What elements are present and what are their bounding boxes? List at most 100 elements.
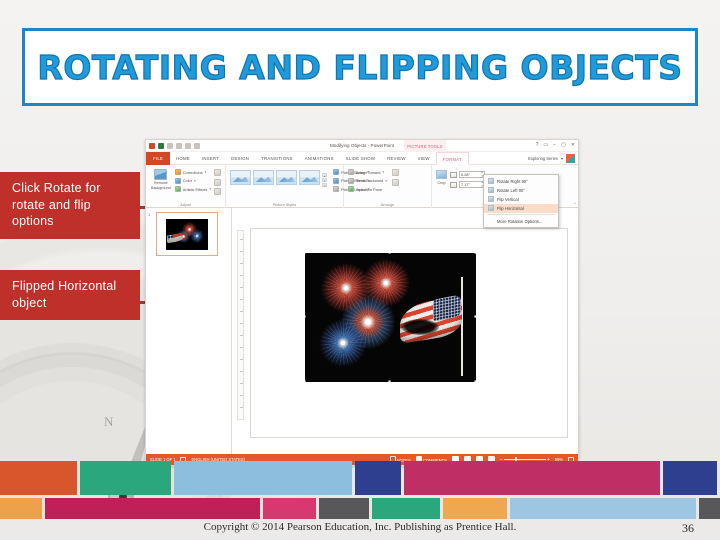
account-name: Exploring Series	[528, 156, 558, 161]
slide-thumbnail-1[interactable]	[156, 212, 218, 256]
selection-handle[interactable]	[305, 380, 306, 382]
slide-editing-pane[interactable]	[232, 208, 578, 454]
minimize-icon[interactable]: −	[553, 142, 556, 148]
tab-view[interactable]: VIEW	[412, 152, 436, 165]
corrections-button[interactable]: Corrections ▾	[174, 169, 211, 175]
chevron-down-icon[interactable]: ▾	[561, 156, 563, 161]
thumbnail-image	[166, 218, 208, 250]
shape-height-icon	[450, 171, 457, 178]
artistic-effects-button[interactable]: Artistic Effects ▾	[174, 186, 211, 192]
shape-width-field[interactable]: 7.17" ▴▾	[450, 180, 485, 188]
callout-flipped-horizontal: Flipped Horizontal object	[0, 270, 140, 320]
ribbon-display-options-icon[interactable]: ▭	[543, 142, 548, 148]
band-block	[174, 461, 352, 495]
tab-format[interactable]: FORMAT	[435, 151, 469, 165]
selection-pane-button[interactable]: Selection Pane	[348, 186, 387, 192]
selection-handle[interactable]	[305, 315, 306, 318]
picture-style-option[interactable]	[276, 170, 297, 185]
band-block	[79, 461, 172, 495]
help-icon[interactable]: ?	[536, 142, 539, 148]
ribbon-tab-strip[interactable]: FILE HOME INSERT DESIGN TRANSITIONS ANIM…	[146, 151, 578, 165]
change-picture-icon[interactable]	[214, 178, 221, 186]
tab-animations[interactable]: ANIMATIONS	[299, 152, 340, 165]
gallery-scroll-down-icon[interactable]: ▾	[322, 178, 327, 183]
artistic-effects-label: Artistic Effects	[182, 186, 208, 192]
page-title: ROTATING AND FLIPPING OBJECTS	[37, 47, 683, 87]
selection-pane-icon	[348, 186, 354, 192]
gallery-scroll-up-icon[interactable]: ▴	[322, 173, 327, 178]
copyright-notice: Copyright © 2014 Pearson Education, Inc.…	[203, 521, 517, 533]
reset-picture-icon[interactable]	[214, 188, 221, 195]
tab-file[interactable]: FILE	[146, 151, 171, 165]
chevron-down-icon[interactable]: ▾	[385, 179, 387, 183]
bring-forward-label: Bring Forward	[356, 169, 381, 175]
account-area[interactable]: Exploring Series ▾	[528, 154, 575, 163]
chevron-down-icon[interactable]: ▾	[209, 187, 211, 191]
compass-north-label: N	[104, 414, 114, 429]
tab-design[interactable]: DESIGN	[225, 152, 255, 165]
tab-review[interactable]: REVIEW	[381, 152, 411, 165]
collapse-ribbon-icon[interactable]: ^	[574, 201, 576, 206]
slide-canvas[interactable]	[250, 228, 568, 438]
picture-border-icon	[333, 169, 339, 175]
remove-background-button[interactable]: Remove Background	[150, 167, 172, 208]
chevron-down-icon[interactable]: ▾	[382, 170, 384, 174]
compress-pictures-icon[interactable]	[214, 169, 221, 176]
picture-style-option[interactable]	[230, 170, 251, 185]
menu-item-rotate-right-90[interactable]: Rotate Right 90°	[484, 177, 558, 186]
selection-handle[interactable]	[474, 315, 476, 318]
restore-icon[interactable]: ▢	[561, 142, 566, 148]
picture-tools-context-label: PICTURE TOOLS	[404, 140, 446, 152]
zoom-track[interactable]	[503, 459, 546, 460]
selection-handle[interactable]	[474, 380, 476, 382]
picture-effects-icon	[333, 177, 339, 184]
slide-picture-fireworks-flag[interactable]	[305, 253, 476, 382]
gallery-more-icon[interactable]: ▾	[322, 183, 327, 188]
tab-slide-show[interactable]: SLIDE SHOW	[340, 152, 381, 165]
bring-forward-button[interactable]: Bring Forward ▾	[348, 169, 387, 175]
corrections-label: Corrections	[182, 169, 203, 175]
vertical-ruler	[237, 230, 244, 420]
chevron-down-icon[interactable]: ▾	[194, 179, 196, 183]
ribbon-group-adjust: Remove Background Corrections ▾ Color ▾	[146, 165, 226, 208]
flag-pole	[461, 277, 463, 376]
picture-style-option[interactable]	[299, 170, 320, 185]
close-icon[interactable]: ✕	[571, 142, 575, 148]
tab-insert[interactable]: INSERT	[196, 152, 225, 165]
band-block	[354, 461, 401, 495]
align-objects-icon[interactable]	[391, 169, 399, 176]
powerpoint-window[interactable]: Modifying Objects - PowerPoint PICTURE T…	[145, 139, 579, 466]
selection-handle[interactable]	[388, 253, 391, 254]
ribbon-group-picture-styles: ▴ ▾ ▾ Picture Border ▾ Picture Effects ▾	[226, 165, 370, 208]
selection-handle[interactable]	[388, 380, 391, 382]
selection-handle[interactable]	[474, 253, 476, 254]
slide-thumbnail-pane[interactable]: 1	[146, 208, 232, 454]
band-block	[403, 461, 660, 495]
menu-item-rotate-left-90[interactable]: Rotate Left 90°	[484, 186, 558, 195]
tab-home[interactable]: HOME	[170, 152, 196, 165]
color-band-top	[0, 461, 720, 495]
color-button[interactable]: Color ▾	[174, 177, 211, 184]
shape-width-value: 7.17"	[461, 182, 470, 187]
menu-label: Flip Horizontal	[497, 205, 524, 211]
send-backward-button[interactable]: Send Backward ▾	[348, 177, 387, 184]
menu-item-more-rotation-options[interactable]: More Rotation Options...	[484, 217, 558, 226]
menu-separator	[487, 214, 555, 215]
group-objects-icon[interactable]	[391, 178, 399, 186]
window-controls[interactable]: ? ▭ − ▢ ✕	[536, 142, 575, 148]
rotate-dropdown-menu[interactable]: Rotate Right 90° Rotate Left 90° Flip Ve…	[483, 174, 559, 228]
tab-transitions[interactable]: TRANSITIONS	[255, 152, 299, 165]
menu-item-flip-vertical[interactable]: Flip Vertical	[484, 195, 558, 204]
gallery-scroll-controls[interactable]: ▴ ▾ ▾	[322, 170, 327, 188]
picture-style-option[interactable]	[253, 170, 274, 185]
picture-styles-gallery[interactable]: ▴ ▾ ▾	[230, 167, 327, 208]
group-label-adjust: Adjust	[180, 203, 191, 207]
menu-item-flip-horizontal[interactable]: Flip Horizontal	[484, 203, 558, 213]
avatar[interactable]	[566, 154, 575, 163]
menu-label: Rotate Right 90°	[497, 178, 528, 184]
work-area: 1	[146, 208, 578, 454]
chevron-down-icon[interactable]: ▾	[205, 170, 207, 174]
selection-handle[interactable]	[305, 253, 306, 254]
shape-height-field[interactable]: 5.28" ▴▾	[450, 170, 485, 178]
band-block	[0, 461, 77, 495]
